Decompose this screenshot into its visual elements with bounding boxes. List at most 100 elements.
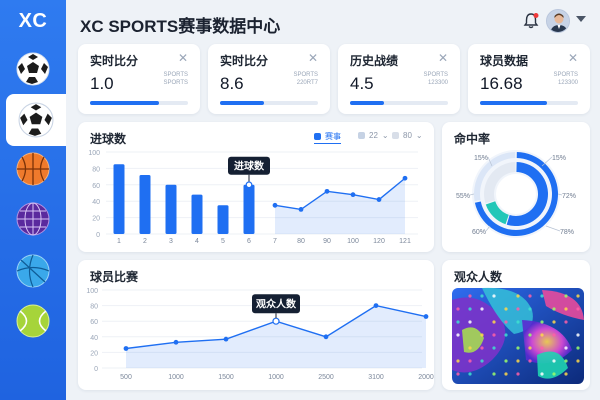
app-logo[interactable]: XC: [10, 10, 56, 36]
x-tick-label: 7: [273, 238, 277, 245]
sidebar-item-globe[interactable]: [12, 198, 54, 240]
heatmap-dot: [540, 294, 544, 298]
heatmap-dot: [480, 346, 484, 350]
heatmap-dot: [552, 320, 556, 324]
audience-panel: 观众人数: [442, 260, 590, 390]
x-tick-label: 100: [347, 238, 359, 245]
stat-progress-track: [90, 101, 188, 105]
x-tick-label: 2000: [418, 374, 434, 381]
stat-progress-track: [480, 101, 578, 105]
y-tick-label: 100: [86, 288, 98, 295]
stat-card-4[interactable]: 球员数据 ✕ 16.68 SPORTS 123300: [468, 44, 590, 114]
stat-card-2[interactable]: 实时比分 ✕ 8.6 SPORTS 220RT7: [208, 44, 330, 114]
sidebar: XC: [0, 0, 66, 400]
close-icon[interactable]: ✕: [568, 51, 578, 65]
x-tick-label: 6: [247, 238, 251, 245]
stat-meta: SPORTS 220RT7: [293, 71, 318, 87]
heatmap-dot: [492, 333, 496, 337]
heatmap-dot: [492, 372, 496, 376]
heatmap-dot: [528, 307, 532, 311]
sidebar-item-tennis[interactable]: [12, 300, 54, 342]
heatmap-dot: [492, 320, 496, 324]
heatmap-dot: [516, 346, 520, 350]
y-tick-label: 100: [88, 150, 100, 157]
sidebar-item-volleyball[interactable]: [12, 250, 54, 292]
stat-value: 8.6: [220, 74, 244, 93]
heatmap-dot: [576, 359, 580, 363]
notification-bell-icon[interactable]: [522, 12, 540, 30]
tooltip-point: [245, 181, 253, 189]
stat-progress-bar: [480, 101, 547, 105]
bar: [113, 164, 125, 234]
y-tick-label: 20: [92, 216, 100, 223]
heatmap-dot: [528, 346, 532, 350]
heatmap-dot: [528, 333, 532, 337]
stat-title: 历史战绩: [350, 54, 399, 68]
y-tick-label: 80: [90, 304, 98, 311]
tooltip-label: 观众人数: [256, 298, 297, 311]
heatmap-dot: [564, 307, 568, 311]
user-menu-chevron-down-icon[interactable]: [576, 16, 586, 22]
x-tick-label: 1000: [168, 374, 184, 381]
x-tick-label: 5: [221, 238, 225, 245]
heatmap-dot: [564, 320, 568, 324]
tooltip-label: 进球数: [234, 159, 265, 172]
y-tick-label: 60: [92, 183, 100, 190]
heatmap-dot: [468, 307, 472, 311]
football-icon: [16, 52, 50, 86]
x-tick-label: 2: [143, 238, 147, 245]
heatmap-dot: [492, 346, 496, 350]
heatmap-dot: [540, 320, 544, 324]
heatmap-dot: [504, 320, 508, 324]
line-point: [272, 202, 278, 208]
bar: [217, 205, 229, 234]
y-tick-label: 60: [90, 319, 98, 326]
heatmap-dot: [516, 320, 520, 324]
stat-title: 实时比分: [220, 54, 269, 68]
close-icon[interactable]: ✕: [178, 51, 188, 65]
x-tick-label: 500: [120, 374, 132, 381]
data-point: [223, 336, 229, 342]
donut-label: 72%: [562, 193, 576, 200]
stat-meta-line1: SPORTS: [423, 72, 448, 78]
stat-card-3[interactable]: 历史战绩 ✕ 4.5 SPORTS 123300: [338, 44, 460, 114]
y-tick-label: 40: [90, 335, 98, 342]
heatmap-dot: [456, 307, 460, 311]
user-avatar[interactable]: [546, 9, 570, 33]
stat-title: 球员数据: [480, 54, 529, 68]
heatmap-dot: [552, 333, 556, 337]
line-point: [324, 188, 330, 194]
x-tick-label: 1500: [218, 374, 234, 381]
stat-meta: SPORTS SPORTS: [163, 71, 188, 87]
stat-progress-track: [350, 101, 448, 105]
heatmap-dot: [552, 372, 556, 376]
close-icon[interactable]: ✕: [308, 51, 318, 65]
line-point: [350, 192, 356, 198]
stat-value: 1.0: [90, 74, 114, 93]
heatmap-dot: [564, 359, 568, 363]
x-tick-label: 1: [117, 238, 121, 245]
heatmap-dot: [552, 359, 556, 363]
tennis-ball-icon: [16, 304, 50, 338]
stat-title: 实时比分: [90, 54, 139, 68]
heatmap-dot: [468, 359, 472, 363]
sidebar-item-football-active[interactable]: [6, 94, 66, 146]
stat-progress-bar: [350, 101, 385, 105]
globe-ball-icon: [16, 202, 50, 236]
line-point: [298, 207, 304, 212]
stat-meta-line1: SPORTS: [553, 72, 578, 78]
close-icon[interactable]: ✕: [438, 51, 448, 65]
stat-card-1[interactable]: 实时比分 ✕ 1.0 SPORTS SPORTS: [78, 44, 200, 114]
stat-progress-track: [220, 101, 318, 105]
bar: [139, 174, 151, 234]
data-point: [173, 339, 179, 345]
sidebar-item-basketball[interactable]: [12, 148, 54, 190]
sidebar-item-football[interactable]: [12, 48, 54, 90]
heatmap-dot: [504, 359, 508, 363]
data-point: [423, 314, 429, 319]
x-tick-label: 80: [297, 238, 305, 245]
stat-meta-line1: SPORTS: [293, 72, 318, 78]
heatmap-dot: [540, 372, 544, 376]
heatmap-dot: [456, 320, 460, 324]
heatmap-dot: [528, 359, 532, 363]
